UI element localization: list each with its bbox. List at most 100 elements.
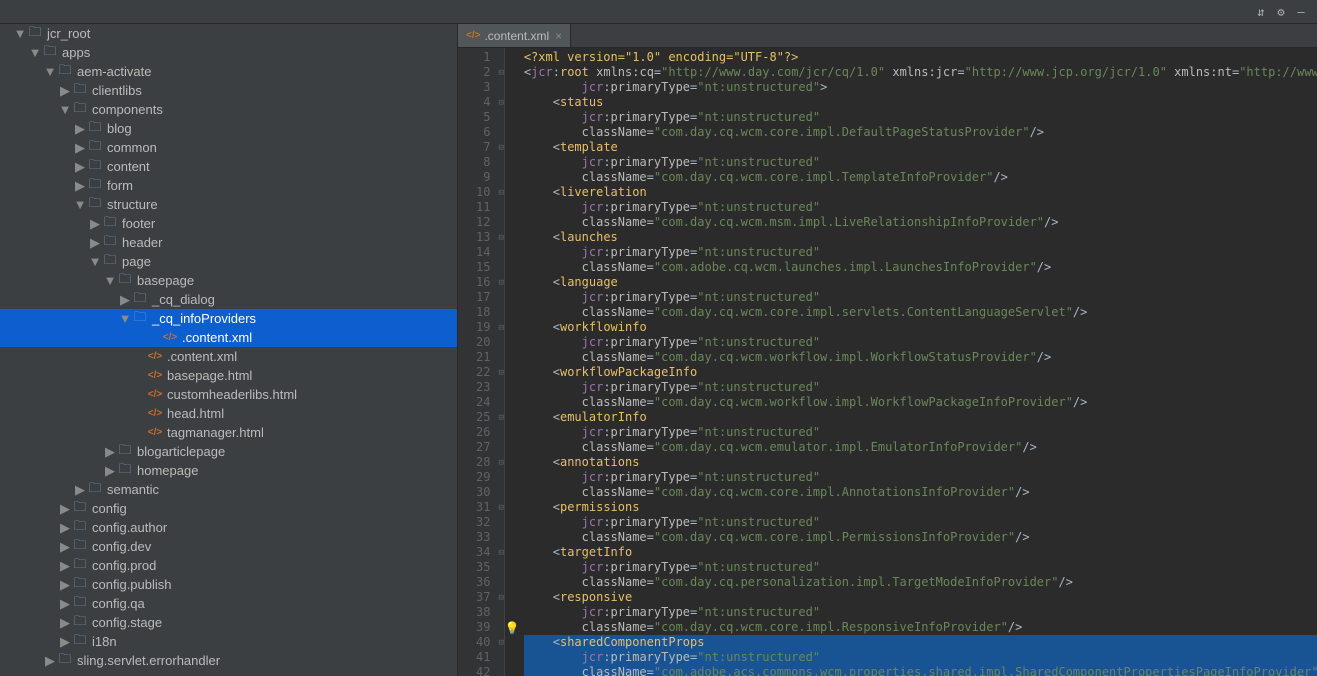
code-line[interactable]: jcr:primaryType="nt:unstructured" xyxy=(524,335,1317,350)
code-content[interactable]: <?xml version="1.0" encoding="UTF-8"?><j… xyxy=(520,48,1317,676)
close-icon[interactable]: × xyxy=(555,29,562,43)
tree-item[interactable]: ▶🗀config.stage xyxy=(0,613,457,632)
tree-item[interactable]: ▶🗀common xyxy=(0,138,457,157)
tree-item[interactable]: ▶🗀content xyxy=(0,157,457,176)
tree-item[interactable]: </>head.html xyxy=(0,404,457,423)
tree-item[interactable]: </>customheaderlibs.html xyxy=(0,385,457,404)
code-line[interactable]: <template xyxy=(524,140,1317,155)
code-line[interactable]: <status xyxy=(524,95,1317,110)
code-line[interactable]: <workflowinfo xyxy=(524,320,1317,335)
tree-item[interactable]: </>tagmanager.html xyxy=(0,423,457,442)
code-line[interactable]: className="com.day.cq.wcm.core.impl.serv… xyxy=(524,305,1317,320)
code-line[interactable]: className="com.day.cq.wcm.core.impl.Resp… xyxy=(524,620,1317,635)
project-tree[interactable]: ▼🗀jcr_root▼🗀apps▼🗀aem-activate▶🗀clientli… xyxy=(0,24,458,676)
code-line[interactable]: <liverelation xyxy=(524,185,1317,200)
code-line[interactable]: <responsive xyxy=(524,590,1317,605)
tree-item[interactable]: </>basepage.html xyxy=(0,366,457,385)
code-line[interactable]: jcr:primaryType="nt:unstructured" xyxy=(524,380,1317,395)
chevron-right-icon[interactable]: ▶ xyxy=(75,178,85,194)
code-line[interactable]: jcr:primaryType="nt:unstructured" xyxy=(524,425,1317,440)
code-line[interactable]: <workflowPackageInfo xyxy=(524,365,1317,380)
code-line[interactable]: jcr:primaryType="nt:unstructured" xyxy=(524,470,1317,485)
code-line[interactable]: <launches xyxy=(524,230,1317,245)
tree-item[interactable]: ▼🗀structure xyxy=(0,195,457,214)
chevron-right-icon[interactable]: ▶ xyxy=(120,292,130,308)
tree-item[interactable]: ▶🗀blog xyxy=(0,119,457,138)
code-line[interactable]: jcr:primaryType="nt:unstructured" xyxy=(524,155,1317,170)
tree-item[interactable]: ▼🗀_cq_infoProviders xyxy=(0,309,457,328)
chevron-right-icon[interactable]: ▶ xyxy=(45,653,55,669)
code-line[interactable]: <sharedComponentProps xyxy=(524,635,1317,650)
minimize-icon[interactable]: — xyxy=(1291,2,1311,22)
chevron-right-icon[interactable]: ▶ xyxy=(90,235,100,251)
code-line[interactable]: <jcr:root xmlns:cq="http://www.day.com/j… xyxy=(524,65,1317,80)
chevron-down-icon[interactable]: ▼ xyxy=(45,64,55,79)
tree-item[interactable]: ▼🗀page xyxy=(0,252,457,271)
code-line[interactable]: jcr:primaryType="nt:unstructured" xyxy=(524,605,1317,620)
tree-item[interactable]: ▶🗀clientlibs xyxy=(0,81,457,100)
tree-item[interactable]: ▶🗀blogarticlepage xyxy=(0,442,457,461)
code-line[interactable]: className="com.day.cq.wcm.core.impl.Perm… xyxy=(524,530,1317,545)
code-line[interactable]: <?xml version="1.0" encoding="UTF-8"?> xyxy=(524,50,1317,65)
chevron-right-icon[interactable]: ▶ xyxy=(75,140,85,156)
chevron-right-icon[interactable]: ▶ xyxy=(60,615,70,631)
tree-item[interactable]: ▶🗀config.prod xyxy=(0,556,457,575)
tree-item[interactable]: ▶🗀_cq_dialog xyxy=(0,290,457,309)
chevron-right-icon[interactable]: ▶ xyxy=(75,482,85,498)
code-line[interactable]: className="com.day.cq.wcm.core.impl.Defa… xyxy=(524,125,1317,140)
code-line[interactable]: className="com.day.cq.wcm.core.impl.Anno… xyxy=(524,485,1317,500)
chevron-down-icon[interactable]: ▼ xyxy=(120,311,130,326)
chevron-right-icon[interactable]: ▶ xyxy=(105,444,115,460)
code-line[interactable]: jcr:primaryType="nt:unstructured" xyxy=(524,560,1317,575)
lightbulb-icon[interactable]: 💡 xyxy=(505,621,520,635)
code-line[interactable]: <emulatorInfo xyxy=(524,410,1317,425)
chevron-right-icon[interactable]: ▶ xyxy=(75,159,85,175)
code-line[interactable]: className="com.day.cq.wcm.emulator.impl.… xyxy=(524,440,1317,455)
chevron-down-icon[interactable]: ▼ xyxy=(90,254,100,269)
code-line[interactable]: jcr:primaryType="nt:unstructured" xyxy=(524,200,1317,215)
tree-item[interactable]: ▶🗀i18n xyxy=(0,632,457,651)
tree-item[interactable]: ▶🗀form xyxy=(0,176,457,195)
code-line[interactable]: jcr:primaryType="nt:unstructured" xyxy=(524,245,1317,260)
chevron-down-icon[interactable]: ▼ xyxy=(75,197,85,212)
code-line[interactable]: <targetInfo xyxy=(524,545,1317,560)
code-line[interactable]: className="com.adobe.cq.wcm.launches.imp… xyxy=(524,260,1317,275)
tree-item[interactable]: ▶🗀header xyxy=(0,233,457,252)
tree-item[interactable]: ▶🗀config.publish xyxy=(0,575,457,594)
chevron-right-icon[interactable]: ▶ xyxy=(60,539,70,555)
tree-item[interactable]: ▶🗀semantic xyxy=(0,480,457,499)
chevron-down-icon[interactable]: ▼ xyxy=(15,26,25,41)
code-line[interactable]: <annotations xyxy=(524,455,1317,470)
editor-tab[interactable]: </> .content.xml × xyxy=(458,24,571,47)
chevron-down-icon[interactable]: ▼ xyxy=(60,102,70,117)
collapse-icon[interactable]: ⇵ xyxy=(1251,2,1271,22)
code-line[interactable]: jcr:primaryType="nt:unstructured" xyxy=(524,110,1317,125)
chevron-right-icon[interactable]: ▶ xyxy=(60,83,70,99)
chevron-down-icon[interactable]: ▼ xyxy=(30,45,40,60)
code-line[interactable]: className="com.day.cq.wcm.workflow.impl.… xyxy=(524,350,1317,365)
code-editor[interactable]: 1234567891011121314151617181920212223242… xyxy=(458,48,1317,676)
chevron-right-icon[interactable]: ▶ xyxy=(105,463,115,479)
code-line[interactable]: jcr:primaryType="nt:unstructured" xyxy=(524,290,1317,305)
chevron-right-icon[interactable]: ▶ xyxy=(60,634,70,650)
tree-item[interactable]: ▼🗀apps xyxy=(0,43,457,62)
tree-item[interactable]: ▼🗀basepage xyxy=(0,271,457,290)
code-line[interactable]: jcr:primaryType="nt:unstructured"> xyxy=(524,80,1317,95)
chevron-right-icon[interactable]: ▶ xyxy=(60,558,70,574)
chevron-down-icon[interactable]: ▼ xyxy=(105,273,115,288)
chevron-right-icon[interactable]: ▶ xyxy=(60,577,70,593)
code-line[interactable]: className="com.day.cq.personalization.im… xyxy=(524,575,1317,590)
code-line[interactable]: jcr:primaryType="nt:unstructured" xyxy=(524,650,1317,665)
code-line[interactable]: <permissions xyxy=(524,500,1317,515)
tree-item[interactable]: ▶🗀config xyxy=(0,499,457,518)
tree-item[interactable]: ▶🗀config.author xyxy=(0,518,457,537)
code-line[interactable]: className="com.adobe.acs.commons.wcm.pro… xyxy=(524,665,1317,676)
chevron-right-icon[interactable]: ▶ xyxy=(60,520,70,536)
tree-item[interactable]: ▶🗀homepage xyxy=(0,461,457,480)
tree-item[interactable]: </>.content.xml xyxy=(0,328,457,347)
tree-item[interactable]: ▼🗀aem-activate xyxy=(0,62,457,81)
tree-item[interactable]: ▼🗀jcr_root xyxy=(0,24,457,43)
code-line[interactable]: jcr:primaryType="nt:unstructured" xyxy=(524,515,1317,530)
tree-item[interactable]: ▶🗀config.dev xyxy=(0,537,457,556)
code-line[interactable]: <language xyxy=(524,275,1317,290)
